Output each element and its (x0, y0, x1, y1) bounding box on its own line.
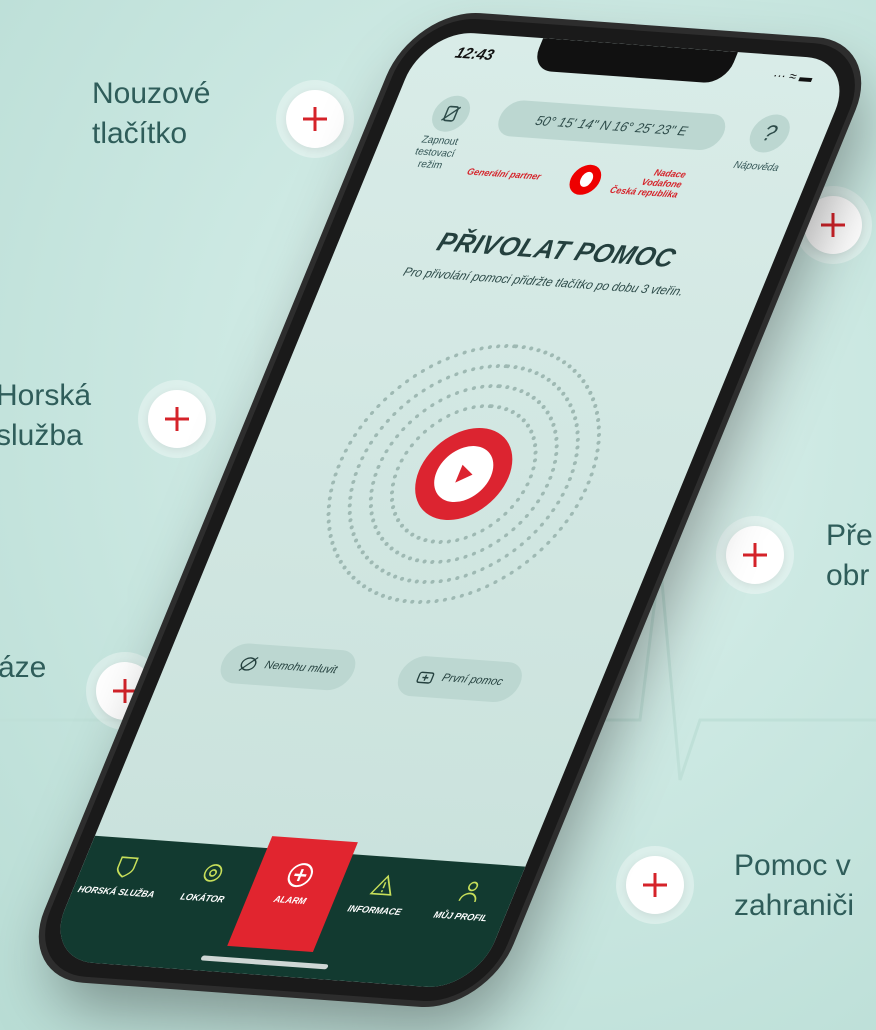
callout-label-help-abroad: Pomoc v zahraniči (734, 849, 855, 922)
plus-icon (303, 107, 327, 131)
help-label: Nápověda (731, 159, 781, 174)
play-icon (455, 464, 473, 483)
test-mode-icon (426, 94, 476, 133)
phone-notch (530, 38, 738, 85)
alarm-area (283, 335, 644, 613)
callout-label-mountain-service: Horská služba (0, 379, 92, 452)
help-button[interactable]: ? Nápověda (724, 112, 807, 176)
home-indicator (200, 955, 329, 970)
cannot-speak-label: Nemohu mluvit (262, 659, 339, 677)
tab-label: HORSKÁ SLUŽBA (76, 883, 157, 900)
bottom-tab-bar: HORSKÁ SLUŽBA LOKÁTOR ALARM INFORMACE MŮ… (44, 835, 526, 991)
status-time: 12:43 (452, 44, 497, 65)
profile-icon (422, 874, 520, 908)
plus-icon (821, 213, 845, 237)
mountain-service-icon (78, 850, 176, 884)
test-mode-label: Zapnout testovací režim (413, 134, 460, 172)
locator-icon (164, 856, 262, 890)
warning-icon (336, 868, 434, 902)
partner-banner: Generální partner Nadace Vodafone Česká … (459, 152, 738, 211)
cannot-speak-button[interactable]: Nemohu mluvit (214, 642, 363, 692)
callout-plus-button[interactable] (286, 90, 344, 148)
question-icon: ? (743, 113, 797, 154)
first-aid-label: První pomoc (439, 671, 505, 689)
callout-plus-button[interactable] (726, 526, 784, 584)
callout-plus-button[interactable] (804, 196, 862, 254)
vodafone-logo-icon (564, 163, 607, 196)
callout-plus-button[interactable] (626, 856, 684, 914)
callout-label-overview: Pře obr (826, 519, 873, 592)
tab-my-profile[interactable]: MŮJ PROFIL (416, 874, 520, 924)
alarm-plus-icon (252, 858, 350, 892)
callout-label-database: áze (0, 651, 47, 684)
callout-plus-button[interactable] (148, 390, 206, 448)
mute-icon (238, 656, 259, 671)
callout-label-emergency-button: Nouzové tlačítko (92, 77, 211, 150)
tab-label: LOKÁTOR (178, 891, 227, 905)
partner-label: Generální partner (465, 166, 543, 182)
tab-label: ALARM (272, 893, 308, 907)
plus-icon (743, 543, 767, 567)
gps-coordinates: 50° 15' 14" N 16° 25' 23" E (492, 99, 732, 152)
status-icons: ··· ≈ ▬ (770, 67, 816, 85)
tab-label: INFORMACE (346, 903, 404, 918)
tab-label: MŮJ PROFIL (432, 909, 490, 924)
plus-icon (165, 407, 189, 431)
plus-icon (643, 873, 667, 897)
first-aid-kit-icon (416, 671, 435, 684)
foundation-label: Nadace Vodafone Česká republika (608, 167, 688, 200)
first-aid-button[interactable]: První pomoc (391, 654, 529, 704)
